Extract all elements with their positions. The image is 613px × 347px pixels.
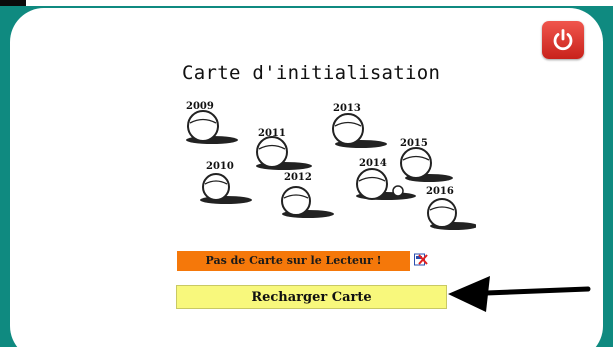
app-frame: Carte d'initialisation 2009 2011 2013 20…: [0, 0, 613, 347]
ball-2012: [281, 186, 334, 218]
ball-2013: [332, 113, 387, 148]
ball-2011: [256, 136, 312, 170]
power-button[interactable]: [542, 21, 584, 59]
ball-2016: [427, 198, 476, 230]
ball-year-label: 2016: [426, 186, 454, 197]
ball-year-label: 2014: [359, 158, 387, 169]
arrow-left-icon: [448, 276, 591, 312]
ball-2010: [200, 173, 252, 204]
ball-year-label: 2012: [284, 172, 312, 183]
card-error-icon: [414, 253, 428, 266]
corner-mark: [0, 0, 26, 6]
reload-card-button[interactable]: Recharger Carte: [176, 285, 447, 309]
ball-year-label: 2010: [206, 161, 234, 172]
ball-2009: [186, 110, 238, 144]
top-strip: [0, 0, 613, 6]
card-status-message: Pas de Carte sur le Lecteur !: [177, 251, 410, 271]
power-icon: [553, 29, 573, 51]
ball-2015: [400, 147, 453, 182]
page-title: Carte d'initialisation: [182, 62, 441, 84]
petanque-balls-illustration: 2009 2011 2013 2015 2010 2012 2014 2016: [186, 101, 476, 230]
ball-year-label: 2013: [333, 103, 361, 114]
